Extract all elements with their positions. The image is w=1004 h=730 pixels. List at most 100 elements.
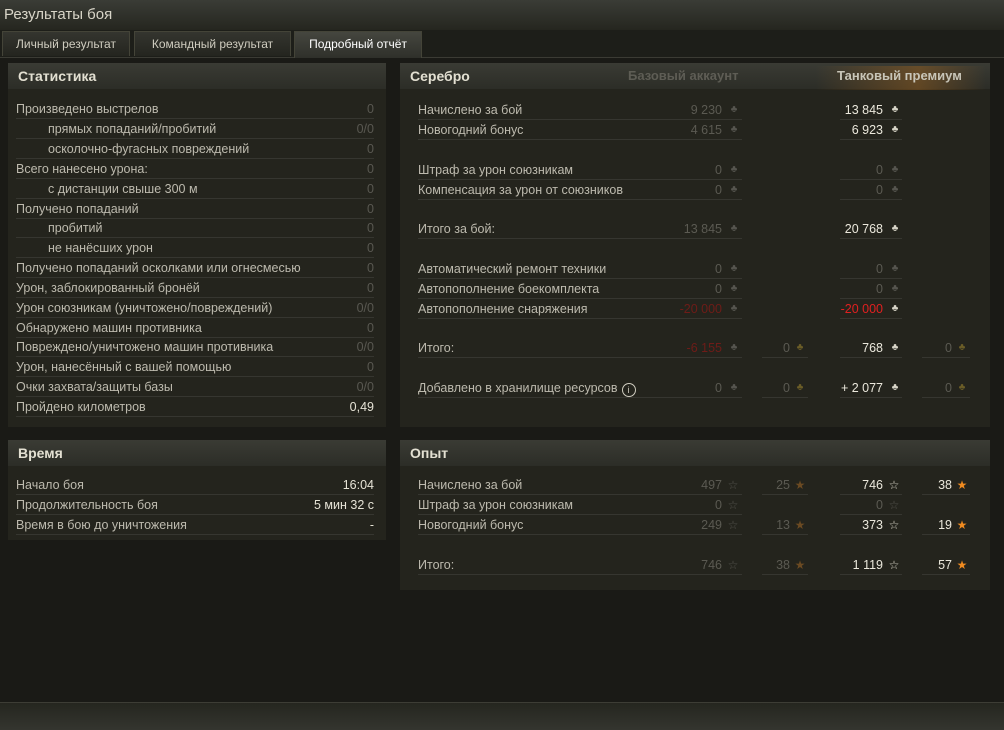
basic-experience-value: 0 [715, 498, 722, 512]
time-row: Продолжительность боя 5 мин 32 с [16, 496, 374, 514]
bottom-bar [0, 702, 1004, 730]
premium-credits-value: 13 845 [844, 103, 883, 117]
silver-row-label: Итого: [418, 339, 658, 357]
premium-credits-value: 0 [876, 183, 883, 197]
row-underline [922, 534, 970, 535]
experience-star-icon: ☆ [888, 478, 900, 492]
experience-row-label: Штраф за урон союзникам [418, 496, 658, 514]
row-underline [418, 574, 742, 575]
credits-icon: ♣ [730, 164, 738, 175]
info-icon[interactable]: i [621, 383, 636, 397]
tab-detailed-report[interactable]: Подробный отчёт [294, 31, 422, 58]
gold-icon: ♣ [796, 342, 804, 353]
statistics-title: Статистика [18, 68, 97, 84]
basic-credits-value: 0 [715, 262, 722, 276]
premium-credits-value: + 2 077 [840, 381, 883, 395]
row-underline [418, 298, 742, 299]
window-titlebar: Результаты боя [0, 0, 1004, 31]
premium-account-column-header: Танковый премиум [837, 68, 962, 83]
basic-credits-value: 13 845 [683, 222, 722, 236]
row-underline [840, 278, 902, 279]
row-underline [16, 158, 374, 159]
premium-credits-value: 0 [876, 262, 883, 276]
time-value: 5 мин 32 с [313, 498, 374, 512]
stat-value: 0 [367, 102, 374, 116]
row-underline [840, 318, 902, 319]
time-label: Продолжительность боя [16, 498, 158, 512]
silver-label: Штраф за урон союзникам [418, 163, 574, 177]
row-underline [16, 317, 374, 318]
row-underline [418, 278, 742, 279]
silver-label: Компенсация за урон от союзников [418, 183, 623, 197]
time-row: Начало боя 16:04 [16, 476, 374, 494]
basic-free-experience-value: 13 [776, 518, 790, 532]
experience-label: Начислено за бой [418, 478, 523, 492]
row-underline [922, 397, 970, 398]
basic-credits-value: -6 155 [686, 341, 722, 355]
row-underline [762, 494, 808, 495]
stat-row: Урон союзникам (уничтожено/повреждений) 0… [16, 299, 374, 317]
time-title: Время [18, 445, 63, 461]
stat-label: пробитий [48, 221, 103, 235]
experience-title: Опыт [410, 445, 449, 461]
row-underline [16, 178, 374, 179]
stat-row: Очки захвата/защиты базы 0/0 [16, 378, 374, 396]
stat-row: Всего нанесено урона: 0 [16, 160, 374, 178]
premium-free-experience-value: 19 [938, 518, 952, 532]
basic-account-column-header: Базовый аккаунт [628, 68, 739, 83]
stat-row: Урон, нанесённый с вашей помощью 0 [16, 358, 374, 376]
row-underline [16, 396, 374, 397]
experience-star-icon: ☆ [888, 518, 900, 532]
silver-label: Начислено за бой [418, 103, 523, 117]
row-underline [418, 514, 742, 515]
basic-free-experience-value: 38 [776, 558, 790, 572]
premium-credits-value: 20 768 [844, 222, 883, 236]
time-label: Начало боя [16, 478, 84, 492]
stat-label: Очки захвата/защиты базы [16, 380, 173, 394]
row-underline [922, 494, 970, 495]
row-underline [840, 199, 902, 200]
free-experience-star-icon: ★ [794, 478, 806, 492]
silver-row-label: Компенсация за урон от союзников [418, 181, 658, 199]
stat-label: осколочно-фугасных повреждений [48, 142, 250, 156]
stat-row: с дистанции свыше 300 м 0 [16, 180, 374, 198]
row-underline [16, 138, 374, 139]
premium-credits-value: 0 [876, 163, 883, 177]
credits-icon: ♣ [891, 223, 899, 234]
row-underline [840, 397, 902, 398]
row-underline [16, 118, 374, 119]
stat-label: с дистанции свыше 300 м [48, 182, 198, 196]
experience-star-icon: ☆ [888, 498, 900, 512]
gold-icon: ♣ [958, 342, 966, 353]
basic-credits-value: 0 [715, 381, 722, 395]
premium-experience-value: 0 [876, 498, 883, 512]
row-underline [418, 119, 742, 120]
tab-personal-result[interactable]: Личный результат [2, 31, 130, 56]
experience-star-icon: ☆ [727, 478, 739, 492]
row-underline [840, 357, 902, 358]
row-underline [16, 494, 374, 495]
row-underline [762, 574, 808, 575]
stat-value: 0 [367, 162, 374, 176]
basic-credits-value: -20 000 [679, 302, 722, 316]
stat-row: прямых попаданий/пробитий 0/0 [16, 120, 374, 138]
gold-icon: ♣ [958, 382, 966, 393]
row-underline [16, 376, 374, 377]
stat-row: Пройдено километров 0,49 [16, 398, 374, 416]
experience-header: Опыт [400, 440, 990, 466]
silver-row-label: Начислено за бой [418, 101, 658, 119]
silver-row-label: Итого за бой: [418, 220, 658, 238]
row-underline [840, 298, 902, 299]
stat-value: 0,49 [349, 400, 374, 414]
credits-icon: ♣ [891, 382, 899, 393]
free-experience-star-icon: ★ [794, 518, 806, 532]
stat-row: Получено попаданий 0 [16, 200, 374, 218]
free-experience-star-icon: ★ [956, 478, 968, 492]
basic-credits-value: 9 230 [690, 103, 722, 117]
tab-team-result[interactable]: Командный результат [134, 31, 291, 56]
row-underline [840, 179, 902, 180]
stat-value: 0/0 [356, 301, 374, 315]
premium-gold-value: 0 [945, 341, 952, 355]
silver-title: Серебро [410, 68, 470, 84]
stat-row: Обнаружено машин противника 0 [16, 319, 374, 337]
